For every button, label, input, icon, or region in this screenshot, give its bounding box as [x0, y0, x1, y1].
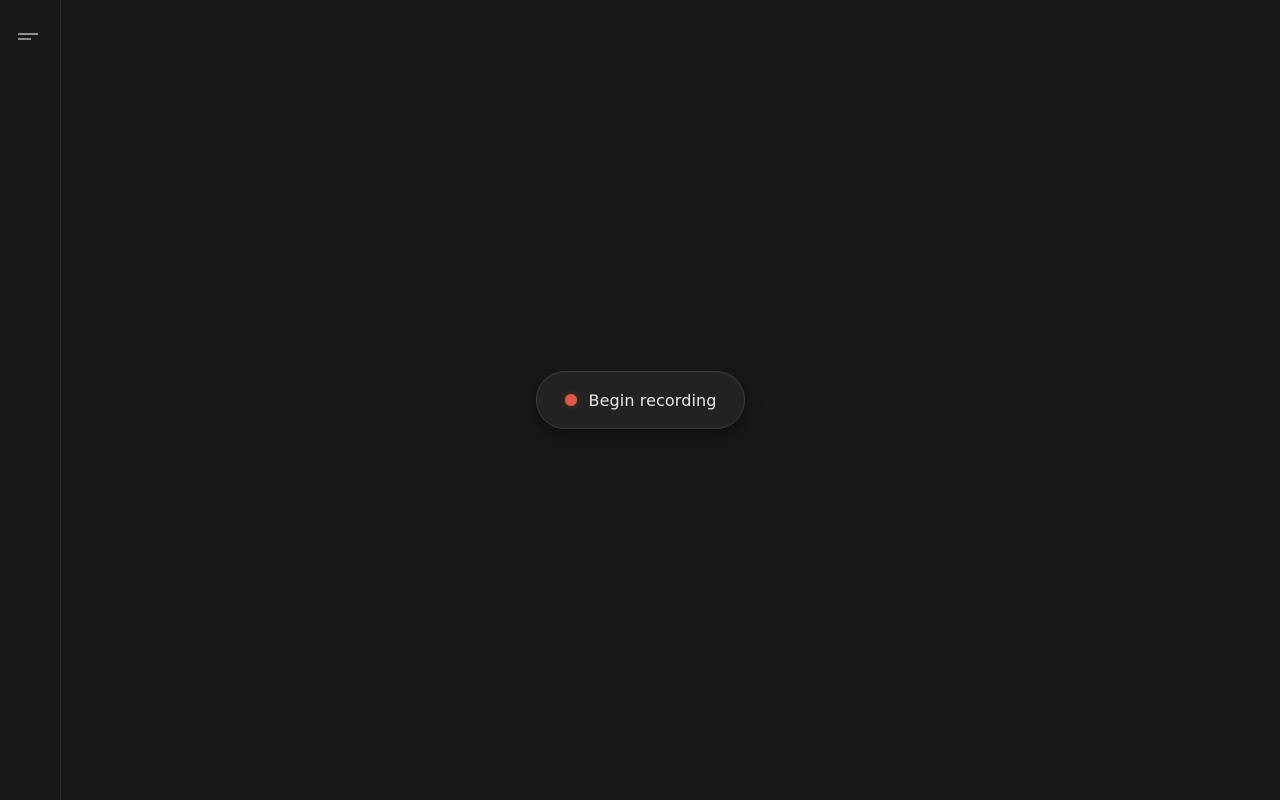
record-dot-icon [564, 394, 577, 406]
sidebar [0, 0, 61, 800]
main-area: Begin recording [62, 0, 1280, 800]
menu-icon [18, 33, 38, 40]
begin-recording-button[interactable]: Begin recording [536, 371, 745, 429]
app-window: Begin recording [0, 0, 1280, 800]
menu-button[interactable] [12, 24, 44, 48]
begin-recording-label: Begin recording [588, 390, 717, 410]
